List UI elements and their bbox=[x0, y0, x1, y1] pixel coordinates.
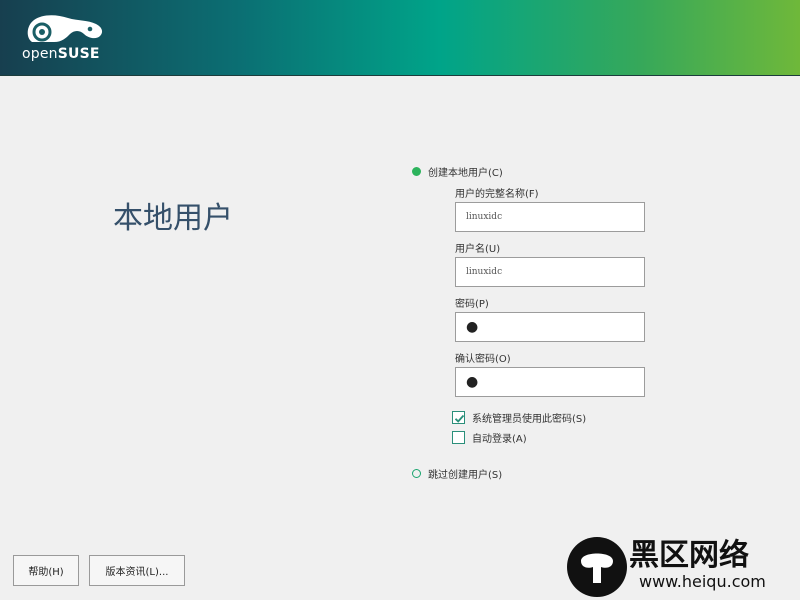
admin-same-password-label: 系统管理员使用此密码(S) bbox=[472, 414, 587, 425]
username-label: 用户名(U) bbox=[455, 244, 501, 255]
page-title: 本地用户 bbox=[113, 201, 233, 236]
autologin-checkbox-row[interactable]: 自动登录(A) bbox=[452, 430, 527, 445]
admin-same-password-checkbox[interactable] bbox=[452, 411, 465, 424]
autologin-label: 自动登录(A) bbox=[472, 434, 527, 445]
header-banner: openSUSE bbox=[0, 0, 800, 76]
logo-wordmark: openSUSE bbox=[22, 46, 100, 62]
radio-selected-icon[interactable] bbox=[412, 167, 421, 176]
password-mask: ● bbox=[466, 319, 479, 335]
watermark-url: www.heiqu.com bbox=[639, 572, 766, 591]
opensuse-logo: openSUSE bbox=[22, 12, 112, 64]
skip-user-radio[interactable]: 跳过创建用户(S) bbox=[412, 466, 502, 481]
watermark-text: 黑区网络 bbox=[629, 538, 749, 573]
chameleon-icon bbox=[27, 15, 103, 42]
help-button[interactable]: 帮助(H) bbox=[13, 555, 79, 586]
confirm-password-label: 确认密码(O) bbox=[455, 354, 511, 365]
skip-user-label: 跳过创建用户(S) bbox=[428, 470, 503, 481]
password-label: 密码(P) bbox=[455, 299, 489, 310]
watermark-logo: 黑区网络 www.heiqu.com bbox=[567, 537, 766, 597]
checkmark-icon bbox=[454, 414, 465, 423]
admin-same-password-checkbox-row[interactable]: 系统管理员使用此密码(S) bbox=[452, 410, 586, 425]
radio-unselected-icon[interactable] bbox=[412, 469, 421, 478]
confirm-password-mask: ● bbox=[466, 374, 479, 390]
release-notes-button[interactable]: 版本资讯(L)... bbox=[89, 555, 185, 586]
password-input[interactable]: ● bbox=[455, 312, 645, 342]
create-user-label: 创建本地用户(C) bbox=[428, 168, 503, 179]
create-user-radio[interactable]: 创建本地用户(C) bbox=[412, 164, 503, 179]
username-input[interactable]: linuxidc bbox=[455, 257, 645, 287]
fullname-label: 用户的完整名称(F) bbox=[455, 189, 539, 200]
autologin-checkbox[interactable] bbox=[452, 431, 465, 444]
fullname-input[interactable]: linuxidc bbox=[455, 202, 645, 232]
confirm-password-input[interactable]: ● bbox=[455, 367, 645, 397]
